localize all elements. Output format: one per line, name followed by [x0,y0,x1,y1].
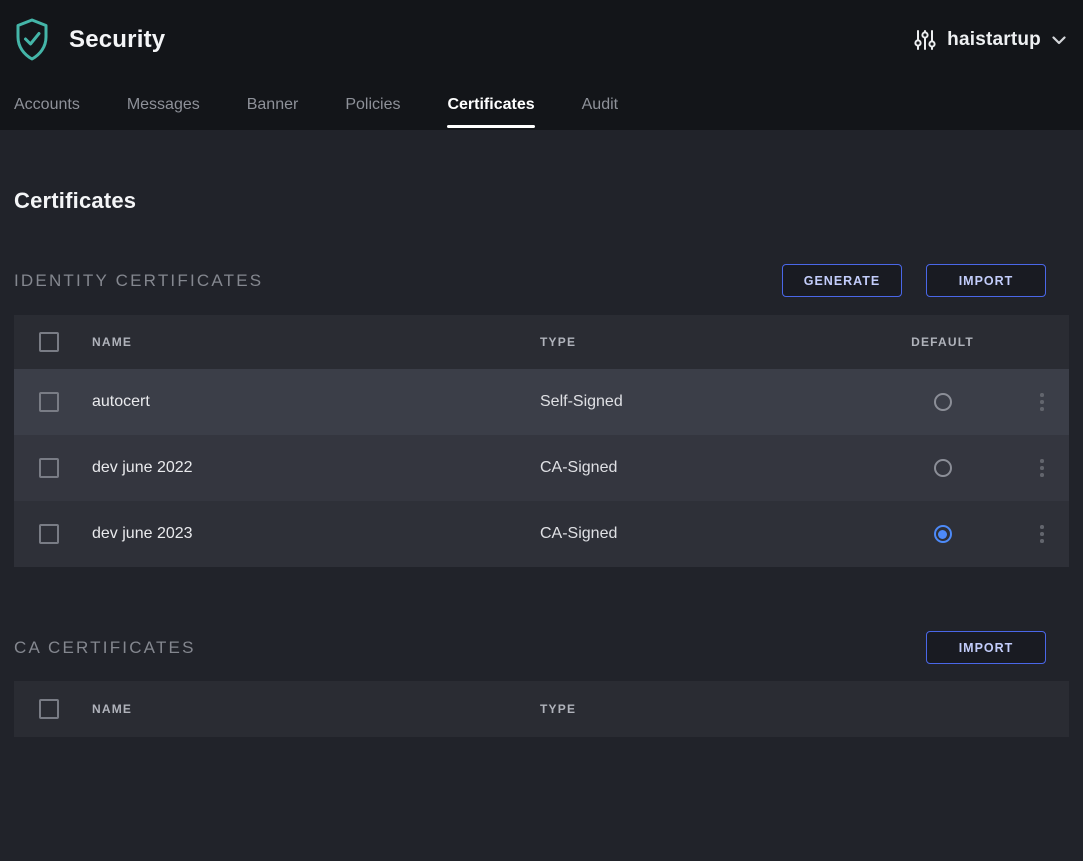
ca-section-header: CA CERTIFICATES IMPORT [14,631,1069,664]
ca-certificates-table: NAME TYPE [14,681,1069,737]
tenant-name: haistartup [947,29,1041,51]
default-cell [870,525,1015,543]
identity-certificates-section: IDENTITY CERTIFICATES GENERATE IMPORT NA… [14,264,1069,567]
default-cell [870,393,1015,411]
sliders-icon [914,28,936,52]
tab-messages[interactable]: Messages [127,80,200,130]
cert-name: autocert [92,393,540,411]
row-checkbox[interactable] [39,392,59,412]
tab-bar: Accounts Messages Banner Policies Certif… [0,80,1083,130]
tab-audit[interactable]: Audit [582,80,618,130]
cert-type: CA-Signed [540,525,870,543]
ca-select-all-checkbox[interactable] [39,699,59,719]
column-header-type: TYPE [540,702,870,716]
kebab-menu-icon[interactable] [1036,389,1048,415]
column-header-name: NAME [92,335,540,349]
tab-policies[interactable]: Policies [345,80,400,130]
page-title: Certificates [14,188,1069,214]
ca-table-header-row: NAME TYPE [14,681,1069,737]
default-radio[interactable] [934,459,952,477]
column-header-name: NAME [92,702,540,716]
column-header-type: TYPE [540,335,870,349]
ca-certificates-section: CA CERTIFICATES IMPORT NAME TYPE [14,631,1069,737]
table-row-dev-june-2023: dev june 2023 CA-Signed [14,501,1069,567]
tab-certificates[interactable]: Certificates [447,80,534,130]
row-checkbox-cell [14,392,92,412]
row-checkbox-cell [14,524,92,544]
row-checkbox[interactable] [39,458,59,478]
shield-check-icon [14,18,50,62]
tab-accounts[interactable]: Accounts [14,80,80,130]
row-checkbox[interactable] [39,524,59,544]
actions-cell [1015,389,1069,415]
ca-actions: IMPORT [926,631,1069,664]
main-content: Certificates IDENTITY CERTIFICATES GENER… [0,188,1083,737]
default-radio[interactable] [934,393,952,411]
cert-name: dev june 2023 [92,525,540,543]
import-identity-button[interactable]: IMPORT [926,264,1046,297]
column-header-default: DEFAULT [870,335,1015,349]
chevron-down-icon [1052,36,1066,45]
cert-type: CA-Signed [540,459,870,477]
generate-button[interactable]: GENERATE [782,264,902,297]
row-checkbox-cell [14,458,92,478]
kebab-menu-icon[interactable] [1036,455,1048,481]
header-checkbox-cell [14,332,92,352]
default-cell [870,459,1015,477]
identity-actions: GENERATE IMPORT [782,264,1069,297]
cert-type: Self-Signed [540,393,870,411]
identity-section-title: IDENTITY CERTIFICATES [14,271,263,291]
account-switcher[interactable]: haistartup [914,28,1066,52]
header-checkbox-cell [14,699,92,719]
ca-section-title: CA CERTIFICATES [14,638,196,658]
actions-cell [1015,521,1069,547]
select-all-checkbox[interactable] [39,332,59,352]
app-title: Security [69,26,165,54]
table-row-autocert: autocert Self-Signed [14,369,1069,435]
import-ca-button[interactable]: IMPORT [926,631,1046,664]
identity-certificates-table: NAME TYPE DEFAULT autocert Self-Signed [14,315,1069,567]
identity-table-header-row: NAME TYPE DEFAULT [14,315,1069,369]
kebab-menu-icon[interactable] [1036,521,1048,547]
default-radio[interactable] [934,525,952,543]
cert-name: dev june 2022 [92,459,540,477]
tab-banner[interactable]: Banner [247,80,299,130]
actions-cell [1015,455,1069,481]
top-bar: Security haistartup [0,0,1083,130]
app-header: Security haistartup [0,0,1083,80]
table-row-dev-june-2022: dev june 2022 CA-Signed [14,435,1069,501]
identity-section-header: IDENTITY CERTIFICATES GENERATE IMPORT [14,264,1069,297]
